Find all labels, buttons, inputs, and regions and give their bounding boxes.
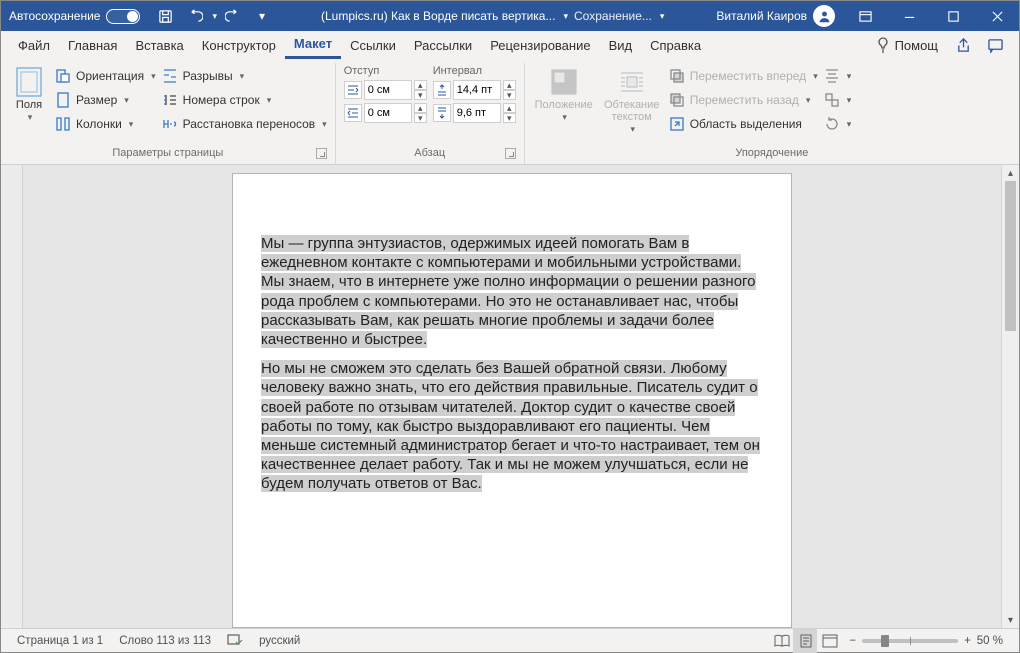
ribbon-tabs: Файл Главная Вставка Конструктор Макет С… <box>1 31 1019 59</box>
view-read-icon[interactable] <box>769 629 793 653</box>
paragraph-dialog-icon[interactable] <box>505 148 516 159</box>
statusbar: Страница 1 из 1 Слово 113 из 113 русский… <box>1 628 1019 652</box>
titlebar: Автосохранение ▾ ▾ (Lumpics.ru) Как в Во… <box>1 1 1019 31</box>
redo-icon[interactable] <box>217 1 247 31</box>
position-button: Положение▾ <box>533 65 595 123</box>
size-button[interactable]: Размер▾ <box>55 89 156 111</box>
paragraph-1[interactable]: Мы — группа энтузиастов, одержимых идеей… <box>261 234 763 349</box>
autosave-toggle[interactable]: Автосохранение <box>9 9 140 24</box>
breaks-button[interactable]: Разрывы▾ <box>162 65 327 87</box>
status-words[interactable]: Слово 113 из 113 <box>111 629 219 653</box>
space-after-input[interactable]: ▴▾ <box>433 102 516 124</box>
selection-pane-button[interactable]: Область выделения <box>669 113 818 135</box>
ribbon-display-icon[interactable] <box>843 1 887 31</box>
tell-me-button[interactable]: Помощ <box>866 31 947 59</box>
avatar-icon <box>813 5 835 27</box>
group-objects-button: ▾ <box>824 89 852 111</box>
zoom-control[interactable]: − + 50 % <box>841 635 1011 647</box>
minimize-icon[interactable] <box>887 1 931 31</box>
zoom-level[interactable]: 50 % <box>977 635 1003 647</box>
page-setup-dialog-icon[interactable] <box>316 148 327 159</box>
zoom-out-icon[interactable]: − <box>849 635 856 647</box>
margins-button[interactable]: Поля▾ <box>9 65 49 123</box>
bring-forward-button: Переместить вперед▾ <box>669 65 818 87</box>
paragraph-2[interactable]: Но мы не сможем это сделать без Вашей об… <box>261 359 763 493</box>
orientation-button[interactable]: Ориентация▾ <box>55 65 156 87</box>
group-page-setup: Поля▾ Ориентация▾ Размер▾ Колонки▾ Разры… <box>1 63 336 164</box>
canvas[interactable]: Мы — группа энтузиастов, одержимых идеей… <box>23 165 1001 628</box>
line-numbers-button[interactable]: Номера строк▾ <box>162 89 327 111</box>
zoom-slider[interactable] <box>862 639 958 643</box>
indent-label: Отступ <box>344 65 427 78</box>
tab-mailings[interactable]: Рассылки <box>405 31 481 59</box>
tab-design[interactable]: Конструктор <box>193 31 285 59</box>
tab-file[interactable]: Файл <box>9 31 59 59</box>
rotate-button: ▾ <box>824 113 852 135</box>
ruler-vertical[interactable] <box>1 165 23 628</box>
status-page[interactable]: Страница 1 из 1 <box>9 629 111 653</box>
tab-help[interactable]: Справка <box>641 31 710 59</box>
interval-label: Интервал <box>433 65 516 78</box>
page[interactable]: Мы — группа энтузиастов, одержимых идеей… <box>232 173 792 628</box>
maximize-icon[interactable] <box>931 1 975 31</box>
group-arrange: Положение▾ Обтекание текстом▾ Переместит… <box>525 63 1019 164</box>
user-account[interactable]: Виталий Каиров <box>708 5 843 27</box>
view-web-icon[interactable] <box>817 629 841 653</box>
space-before-input[interactable]: ▴▾ <box>433 79 516 101</box>
scrollbar-vertical[interactable]: ▴ ▾ <box>1001 165 1019 628</box>
document-area: Мы — группа энтузиастов, одержимых идеей… <box>1 165 1019 628</box>
view-print-icon[interactable] <box>793 629 817 653</box>
undo-icon[interactable] <box>180 1 210 31</box>
tab-review[interactable]: Рецензирование <box>481 31 599 59</box>
customize-qat-icon[interactable]: ▾ <box>247 1 277 31</box>
ribbon: Поля▾ Ориентация▾ Размер▾ Колонки▾ Разры… <box>1 59 1019 165</box>
close-icon[interactable] <box>975 1 1019 31</box>
spellcheck-icon[interactable] <box>219 629 251 653</box>
zoom-in-icon[interactable]: + <box>964 635 971 647</box>
tab-view[interactable]: Вид <box>600 31 642 59</box>
group-paragraph: Отступ ▴▾ ▴▾ Интервал ▴▾ ▴▾ Абзац <box>336 63 525 164</box>
save-status: Сохранение... <box>574 9 652 23</box>
send-backward-button: Переместить назад▾ <box>669 89 818 111</box>
tab-insert[interactable]: Вставка <box>126 31 192 59</box>
save-icon[interactable] <box>150 1 180 31</box>
tab-layout[interactable]: Макет <box>285 31 341 59</box>
comments-icon[interactable] <box>979 31 1011 59</box>
tab-home[interactable]: Главная <box>59 31 126 59</box>
app-window: Автосохранение ▾ ▾ (Lumpics.ru) Как в Во… <box>0 0 1020 653</box>
indent-right-input[interactable]: ▴▾ <box>344 102 427 124</box>
columns-button[interactable]: Колонки▾ <box>55 113 156 135</box>
tab-references[interactable]: Ссылки <box>341 31 405 59</box>
align-button: ▾ <box>824 65 852 87</box>
doc-title: (Lumpics.ru) Как в Ворде писать вертика.… <box>321 9 555 23</box>
indent-left-input[interactable]: ▴▾ <box>344 79 427 101</box>
share-icon[interactable] <box>947 31 979 59</box>
status-language[interactable]: русский <box>251 629 308 653</box>
hyphenation-button[interactable]: Расстановка переносов▾ <box>162 113 327 135</box>
wrap-text-button: Обтекание текстом▾ <box>601 65 663 135</box>
